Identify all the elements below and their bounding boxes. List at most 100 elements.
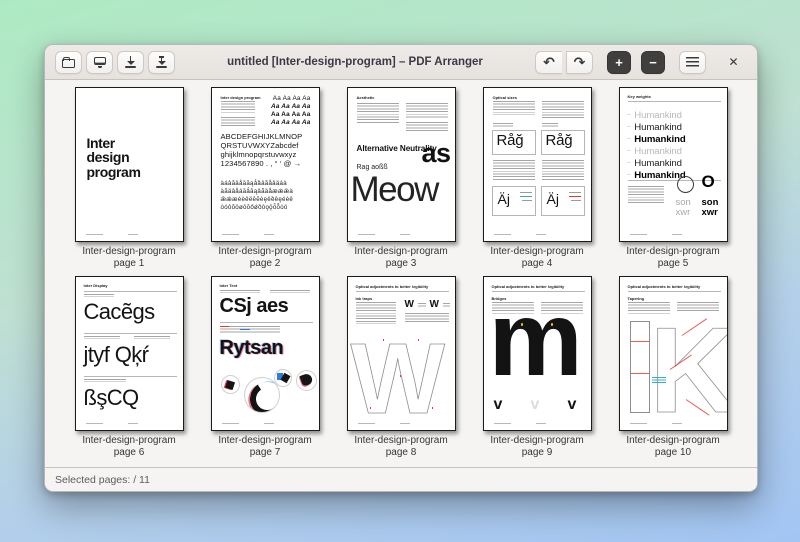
placeholder-text [627, 186, 664, 203]
aa-weights-sample: Aa Aa Aa Aa Aa Aa Aa Aa Aa Aa Aa Aa Aa A… [271, 95, 311, 126]
placeholder-text [83, 336, 120, 339]
ink-trap-marker [431, 407, 434, 409]
specimen-subheading: Ink traps [355, 296, 373, 301]
placeholder-text [355, 302, 396, 324]
placeholder-text [541, 101, 584, 118]
o-outline-sample [676, 176, 694, 193]
zoom-in-icon: + [615, 54, 623, 70]
zoom-out-button[interactable]: − [641, 50, 665, 74]
zoom-out-icon: − [649, 54, 657, 70]
desktop-background: untitled [Inter-design-program] – PDF Ar… [0, 0, 800, 542]
annotation-mark [519, 192, 532, 194]
page-caption: Inter-design-program page 10 [626, 435, 720, 458]
bold-sample: son xwr [701, 197, 719, 218]
placeholder-text [219, 326, 280, 334]
ink-trap-marker [399, 375, 402, 377]
undo-icon: ↶ [543, 54, 555, 70]
optical-size-box: Äj [540, 186, 585, 216]
specimen-heading: Optical adjustments to better legibility [627, 284, 701, 289]
page-thumbnail-7[interactable]: Inter Text CSj aes Rytsan [210, 276, 320, 431]
divider [219, 322, 313, 323]
placeholder-text [269, 290, 310, 293]
detail-circle [220, 375, 240, 394]
page-cell-10: Optical adjustments to better legibility… [605, 276, 741, 465]
placeholder-text [220, 117, 255, 128]
page-cell-8: Optical adjustments to better legibility… [333, 276, 469, 465]
arrow-down-dashed-icon [155, 56, 168, 68]
specimen-heading: Key weights [627, 94, 651, 99]
placeholder-text [541, 160, 584, 180]
placeholder-text [356, 103, 399, 123]
placeholder-text [492, 123, 513, 127]
page-caption: Inter-design-program page 6 [82, 435, 176, 458]
main-menu-button[interactable] [679, 50, 706, 74]
page-cell-5: Key weights – Humankind – Humankind – Human… [605, 87, 741, 276]
bridge-marker [520, 323, 524, 326]
menu-icon [686, 57, 699, 67]
divider [627, 291, 721, 292]
specimen-heading: Optical adjustments to better legibility [355, 284, 429, 289]
page-thumbnail-3[interactable]: Aesthetic Alternative Neutrality Rag aoß… [346, 87, 456, 242]
giant-letter: m [488, 280, 583, 398]
corner-detail: v [567, 396, 577, 413]
page-cell-7: Inter Text CSj aes Rytsan Inter-design-p… [197, 276, 333, 465]
stem-outline [629, 321, 650, 413]
annotation-mark-blue [239, 329, 250, 331]
specimen-heading: Inter Text [219, 283, 238, 288]
placeholder-text [492, 101, 535, 115]
glyph-sample: Cacẽgs [83, 299, 156, 324]
close-button[interactable]: ✕ [720, 51, 747, 74]
page-cell-3: Aesthetic Alternative Neutrality Rag aoß… [333, 87, 469, 276]
annotation-mark [521, 200, 532, 202]
bridge-marker [550, 323, 554, 326]
annotation-note [651, 377, 666, 383]
page-thumbnail-9[interactable]: Optical adjustments to better legibility… [482, 276, 592, 431]
close-icon: ✕ [728, 55, 739, 69]
annotation-line [630, 373, 649, 374]
open-button[interactable] [55, 50, 82, 74]
chromatic-sample: Rytsan [219, 337, 284, 359]
glyph-sample: ßşCQ [83, 385, 140, 410]
page-thumbnail-6[interactable]: Inter Display Cacẽgs jtyf Qķŕ ßşCQ [74, 276, 184, 431]
page-thumbnail-1[interactable]: Inter design program [74, 87, 184, 242]
window-title: untitled [Inter-design-program] – PDF Ar… [227, 56, 483, 68]
specimen-title: Inter design program [86, 135, 141, 180]
page-cell-6: Inter Display Cacẽgs jtyf Qķŕ ßşCQ Inter… [61, 276, 197, 465]
page-cell-4: Optical sizes Råğ Råğ Äj Äj Inter-design… [469, 87, 605, 276]
page-thumbnail-4[interactable]: Optical sizes Råğ Råğ Äj Äj [482, 87, 592, 242]
w-sample: W [404, 299, 414, 310]
detail-circle [295, 370, 317, 391]
headerbar: untitled [Inter-design-program] – PDF Ar… [45, 45, 757, 80]
placeholder-text [417, 303, 426, 308]
zoom-in-button[interactable]: + [607, 50, 631, 74]
placeholder-text [83, 379, 126, 382]
specimen-heading: Aesthetic [356, 95, 375, 100]
save-button[interactable] [86, 50, 113, 74]
giant-outline-letter: K [649, 302, 728, 431]
page-caption: Inter-design-program page 1 [82, 246, 176, 269]
selected-pages-label: Selected pages: / 11 [55, 473, 150, 486]
placeholder-text [404, 313, 449, 322]
redo-button[interactable]: ↷ [566, 50, 593, 74]
import-button[interactable] [117, 50, 144, 74]
page-caption: Inter-design-program page 2 [218, 246, 312, 269]
save-icon [93, 56, 107, 68]
insert-button[interactable] [148, 50, 175, 74]
undo-button[interactable]: ↶ [535, 50, 562, 74]
folder-open-icon [62, 56, 75, 68]
page-thumbnail-5[interactable]: Key weights – Humankind – Humankind – Human… [618, 87, 728, 242]
divider [83, 376, 177, 377]
giant-outline-letter: W [350, 323, 445, 431]
placeholder-text [219, 290, 260, 293]
giant-word-sample: Meow [350, 170, 440, 209]
page-thumbnail-8[interactable]: Optical adjustments to better legibility… [346, 276, 456, 431]
placeholder-text [541, 123, 558, 127]
status-bar: Selected pages: / 11 [45, 467, 757, 491]
page-thumbnail-2[interactable]: Inter design program Aa Aa Aa Aa Aa Aa A… [210, 87, 320, 242]
annotation-mark-red [568, 196, 581, 198]
glyph-sample: CSj aes [219, 295, 289, 317]
page-thumbnail-10[interactable]: Optical adjustments to better legibility… [618, 276, 728, 431]
page-cell-2: Inter design program Aa Aa Aa Aa Aa Aa A… [197, 87, 333, 276]
big-letters-sample: as [421, 138, 451, 168]
page-grid: Inter design program Inter-design-progra… [45, 80, 757, 467]
